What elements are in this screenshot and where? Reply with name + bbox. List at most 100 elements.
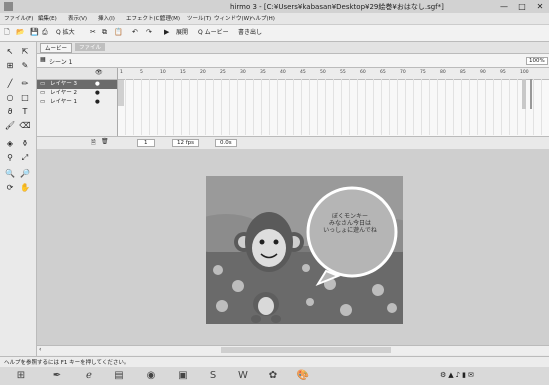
windows-start-icon[interactable]: ⊞ xyxy=(10,368,32,384)
browser-icon[interactable]: ℯ xyxy=(78,368,100,384)
maximize-button[interactable]: □ xyxy=(513,0,531,13)
menu-window[interactable]: ウィンドウ(W) xyxy=(214,14,251,22)
export-button[interactable]: 書き出し xyxy=(238,28,262,37)
transform-icon[interactable]: ⊞ xyxy=(4,60,16,72)
media-app-icon[interactable]: ◉ xyxy=(140,368,162,384)
visibility-dot-icon[interactable]: ● xyxy=(95,98,100,107)
menu-edit[interactable]: 編集(E) xyxy=(38,14,57,22)
ruler-tick-label: 40 xyxy=(280,70,286,75)
menu-manage[interactable]: 管理(M) xyxy=(160,14,180,22)
brush-icon[interactable]: 🖌 xyxy=(4,120,16,132)
speech-bubble-text: ぼくモンキー みなさん今日は いっしょに遊んでね xyxy=(323,213,377,234)
title-bar: hirmo 3 - [C:¥Users¥kabasan¥Desktop¥29絵巻… xyxy=(0,0,549,13)
copy-icon[interactable]: ⧉ xyxy=(102,28,107,37)
zoom-button[interactable]: Q 拡大 xyxy=(56,28,75,37)
ruler-tick-label: 50 xyxy=(320,70,326,75)
print-icon[interactable]: ⎙ xyxy=(42,28,48,37)
word-icon[interactable]: W xyxy=(232,368,254,384)
menu-help[interactable]: ヘルプ(H) xyxy=(250,14,275,22)
ruler-tick-label: 100 xyxy=(520,70,529,75)
pencil-icon[interactable]: ✏ xyxy=(19,78,31,90)
time-display: 0.0s xyxy=(215,139,237,147)
line-icon[interactable]: ╱ xyxy=(4,78,16,90)
eye-icon[interactable]: 👁 xyxy=(95,69,103,76)
pen-icon[interactable]: ✎ xyxy=(19,60,31,72)
fill-transform-icon[interactable]: ⤢ xyxy=(19,152,31,164)
ruler-tick-label: 30 xyxy=(240,70,246,75)
playhead[interactable] xyxy=(530,79,532,109)
zoom-icon[interactable]: 🔍 xyxy=(4,168,16,180)
layer-row[interactable]: ▭ レイヤー 1 ● xyxy=(37,98,117,107)
paint-app-icon[interactable]: 🎨 xyxy=(292,368,314,384)
image-app-icon[interactable]: ✿ xyxy=(262,368,284,384)
eyedropper-icon[interactable]: ⚲ xyxy=(4,152,16,164)
select-arrow-icon[interactable]: ↖ xyxy=(4,46,16,58)
ruler-tick-label: 5 xyxy=(140,70,143,75)
delete-layer-icon[interactable]: 🗑 xyxy=(101,138,109,145)
hand-icon[interactable]: ✋ xyxy=(19,182,31,194)
add-layer-icon[interactable]: 🗎 xyxy=(91,138,96,148)
horizontal-scrollbar[interactable]: ‹ xyxy=(37,345,549,355)
rectangle-icon[interactable]: □ xyxy=(19,92,31,104)
minimize-button[interactable]: — xyxy=(495,0,513,13)
stage-canvas[interactable] xyxy=(206,176,403,324)
ruler-tick-label: 85 xyxy=(460,70,466,75)
menu-effect[interactable]: エフェクト(C) xyxy=(126,14,162,22)
status-text: ヘルプを参照するには F1 キーを押してください。 xyxy=(4,360,130,366)
layer-row[interactable]: ▭ レイヤー 3 ● xyxy=(37,80,117,89)
visibility-dot-icon[interactable]: ● xyxy=(95,89,100,98)
zoom-out-icon[interactable]: 🔎 xyxy=(19,168,31,180)
scroll-left-icon[interactable]: ‹ xyxy=(39,346,41,353)
movie-button[interactable]: Q ムービー xyxy=(198,28,229,37)
redo-icon[interactable]: ↷ xyxy=(146,28,152,37)
ruler-tick-label: 25 xyxy=(220,70,226,75)
window-title: hirmo 3 - [C:¥Users¥kabasan¥Desktop¥29絵巻… xyxy=(230,3,444,11)
keyframe-marks[interactable] xyxy=(522,79,526,109)
scroll-thumb[interactable] xyxy=(221,347,391,353)
ellipse-icon[interactable]: ○ xyxy=(4,92,16,104)
paste-icon[interactable]: 📋 xyxy=(114,28,123,37)
text-icon[interactable]: T xyxy=(19,106,31,118)
layer-icon: ▭ xyxy=(40,90,46,96)
tab-file[interactable]: ファイル xyxy=(75,43,106,51)
menu-view[interactable]: 表示(V) xyxy=(68,14,87,22)
ruler-tick-label: 80 xyxy=(440,70,446,75)
ruler-tick-label: 95 xyxy=(500,70,506,75)
ruler-tick-label: 90 xyxy=(480,70,486,75)
scene-label[interactable]: シーン 1 xyxy=(49,57,72,66)
bucket-icon[interactable]: ◈ xyxy=(4,138,16,150)
layer-row[interactable]: ▭ レイヤー 2 ● xyxy=(37,89,117,98)
keyframe-cells[interactable] xyxy=(118,80,124,106)
layer-name: レイヤー 1 xyxy=(49,99,78,105)
cut-icon[interactable]: ✂ xyxy=(90,28,96,37)
menu-insert[interactable]: 挿入(I) xyxy=(98,14,115,22)
app-icon xyxy=(4,2,13,11)
menu-tools[interactable]: ツール(T) xyxy=(187,14,211,22)
frame-grid[interactable] xyxy=(118,79,549,135)
ruler-tick-label: 60 xyxy=(360,70,366,75)
tab-movie[interactable]: ムービー xyxy=(40,43,73,53)
menu-file[interactable]: ファイル(F) xyxy=(4,14,33,22)
pen-app-icon[interactable]: ✒ xyxy=(46,368,68,384)
lasso-icon[interactable]: ϑ xyxy=(4,106,16,118)
window-app-icon[interactable]: ▣ xyxy=(172,368,194,384)
open-folder-icon[interactable]: 📂 xyxy=(16,28,25,37)
save-icon[interactable]: 💾 xyxy=(30,28,39,37)
visibility-dot-icon[interactable]: ● xyxy=(95,80,100,89)
new-file-icon[interactable]: 🗋 xyxy=(4,28,10,37)
expand-button[interactable]: 展開 xyxy=(176,28,188,37)
subselect-arrow-icon[interactable]: ⇱ xyxy=(19,46,31,58)
close-button[interactable]: ✕ xyxy=(531,0,549,13)
zoom-select[interactable]: 100% xyxy=(526,57,548,65)
system-tray-icons[interactable]: ⚙▲♪▮✉ xyxy=(440,371,476,379)
rotate-icon[interactable]: ⟳ xyxy=(4,182,16,194)
ink-bottle-icon[interactable]: ⚱ xyxy=(19,138,31,150)
s-app-icon[interactable]: S xyxy=(202,368,224,384)
document-tabs: ムービー ファイル xyxy=(37,42,549,54)
eraser-icon[interactable]: ⌫ xyxy=(19,120,31,132)
ruler-tick-label: 75 xyxy=(420,70,426,75)
undo-icon[interactable]: ↶ xyxy=(132,28,138,37)
file-explorer-icon[interactable]: ▤ xyxy=(108,368,130,384)
play-icon[interactable]: ▶ xyxy=(164,28,169,37)
scene-icon: ▦ xyxy=(40,56,46,63)
